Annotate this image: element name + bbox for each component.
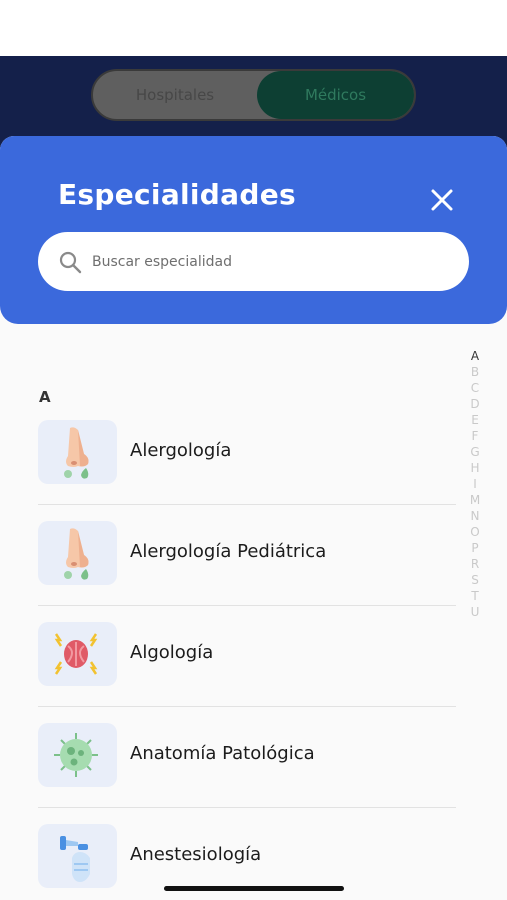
list-item-anatomia-patologica[interactable]: Anatomía Patológica (38, 707, 456, 808)
tab-hospitales[interactable]: Hospitales (93, 71, 257, 119)
index-letter-u[interactable]: U (466, 604, 484, 620)
home-indicator (164, 886, 344, 891)
segmented-control: Hospitales Médicos (91, 69, 416, 121)
specialties-sheet: Especialidades A Alergo (0, 136, 507, 900)
list-item-algologia[interactable]: Algología (38, 606, 456, 707)
index-letter-d[interactable]: D (466, 396, 484, 412)
alphabet-index: A B C D E F G H I M N O P R S T U (466, 348, 484, 620)
item-thumbnail (38, 521, 117, 585)
close-button[interactable] (426, 184, 458, 216)
search-icon (59, 251, 82, 274)
anesthesia-mask-icon (60, 836, 90, 882)
index-letter-n[interactable]: N (466, 508, 484, 524)
item-thumbnail (38, 723, 117, 787)
index-letter-f[interactable]: F (466, 428, 484, 444)
index-letter-p[interactable]: P (466, 540, 484, 556)
cell-icon (54, 733, 98, 777)
index-letter-t[interactable]: T (466, 588, 484, 604)
list-item-alergologia-pediatrica[interactable]: Alergología Pediátrica (38, 505, 456, 606)
index-letter-r[interactable]: R (466, 556, 484, 572)
item-label: Algología (130, 642, 214, 663)
index-letter-h[interactable]: H (466, 460, 484, 476)
index-letter-g[interactable]: G (466, 444, 484, 460)
index-letter-a[interactable]: A (466, 348, 484, 364)
index-letter-m[interactable]: M (466, 492, 484, 508)
close-icon (431, 189, 453, 211)
item-label: Alergología (130, 440, 232, 461)
nose-icon (64, 427, 89, 479)
item-label: Anatomía Patológica (130, 743, 315, 764)
status-bar (0, 0, 507, 56)
item-thumbnail (38, 824, 117, 888)
sheet-title: Especialidades (58, 178, 296, 211)
index-letter-c[interactable]: C (466, 380, 484, 396)
index-letter-i[interactable]: I (466, 476, 484, 492)
item-thumbnail (38, 420, 117, 484)
item-label: Alergología Pediátrica (130, 541, 327, 562)
item-label: Anestesiología (130, 844, 262, 865)
sheet-header: Especialidades (0, 136, 507, 324)
tab-medicos[interactable]: Médicos (257, 71, 414, 119)
index-letter-o[interactable]: O (466, 524, 484, 540)
index-letter-e[interactable]: E (466, 412, 484, 428)
index-letter-b[interactable]: B (466, 364, 484, 380)
index-letter-s[interactable]: S (466, 572, 484, 588)
item-thumbnail (38, 622, 117, 686)
search-input[interactable] (92, 232, 452, 291)
nose-icon (64, 528, 89, 580)
search-bar (38, 232, 469, 291)
list-item-alergologia[interactable]: Alergología (38, 404, 456, 505)
pain-icon (54, 633, 98, 675)
